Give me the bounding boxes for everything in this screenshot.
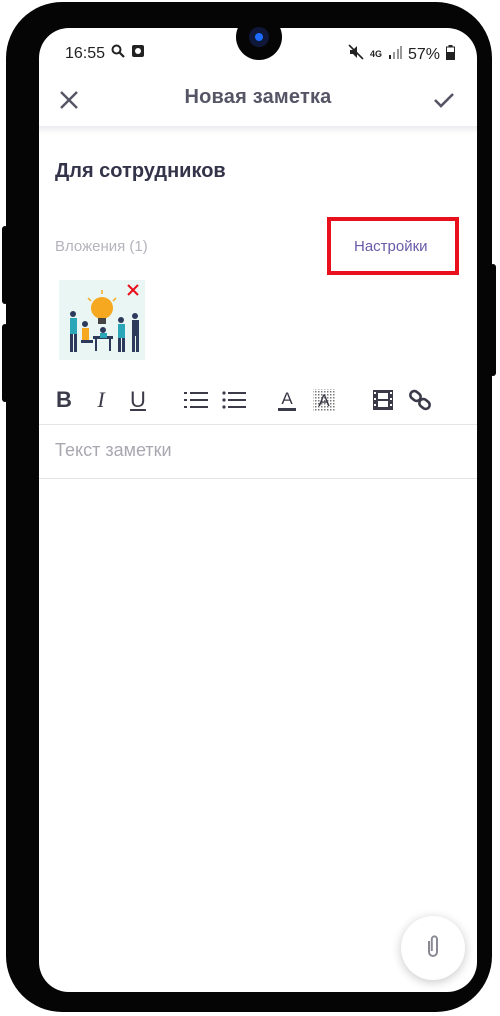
signal-icon (388, 45, 402, 64)
highlight-box (327, 217, 459, 275)
svg-text:A: A (318, 391, 330, 410)
check-icon[interactable] (429, 86, 459, 114)
italic-icon[interactable]: I (91, 386, 111, 414)
bullet-list-icon[interactable] (221, 386, 247, 414)
video-icon[interactable] (371, 386, 395, 414)
note-title[interactable]: Для сотрудников (55, 160, 226, 183)
battery-percent: 57% (407, 45, 440, 63)
link-icon[interactable] (407, 386, 433, 414)
page-title: Новая заметка (184, 86, 332, 108)
format-toolbar: B I U A A (53, 386, 463, 416)
app-bar: Новая заметка (39, 80, 477, 126)
note-body-input[interactable]: Текст заметки (55, 440, 172, 461)
power-button (490, 264, 496, 376)
screenshot-icon (131, 44, 145, 63)
status-time: 16:55 (65, 44, 106, 62)
battery-icon (446, 44, 455, 65)
remove-icon[interactable] (125, 282, 141, 298)
numbered-list-icon[interactable] (183, 386, 209, 414)
bold-icon[interactable]: B (53, 386, 75, 414)
attachments-label: Вложения (1) (55, 238, 148, 255)
search-icon (111, 44, 125, 63)
paperclip-icon (424, 933, 442, 964)
app-bar-divider (39, 126, 477, 134)
attach-button[interactable] (401, 916, 465, 980)
underline-icon[interactable]: U (127, 386, 149, 414)
toolbar-divider (39, 424, 477, 425)
text-color-icon[interactable]: A (275, 386, 299, 414)
volume-button (2, 226, 8, 304)
screen: 16:55 4G 57% Новая заметка Для сотрудник… (39, 28, 477, 992)
network-type: 4G (369, 49, 382, 59)
volume-button (2, 324, 8, 402)
phone-frame: 16:55 4G 57% Новая заметка Для сотрудник… (2, 2, 496, 1012)
highlight-color-icon[interactable]: A (311, 386, 337, 414)
body-divider (39, 478, 477, 479)
front-camera (236, 14, 282, 60)
svg-text:A: A (281, 389, 293, 408)
mute-icon (348, 44, 364, 65)
